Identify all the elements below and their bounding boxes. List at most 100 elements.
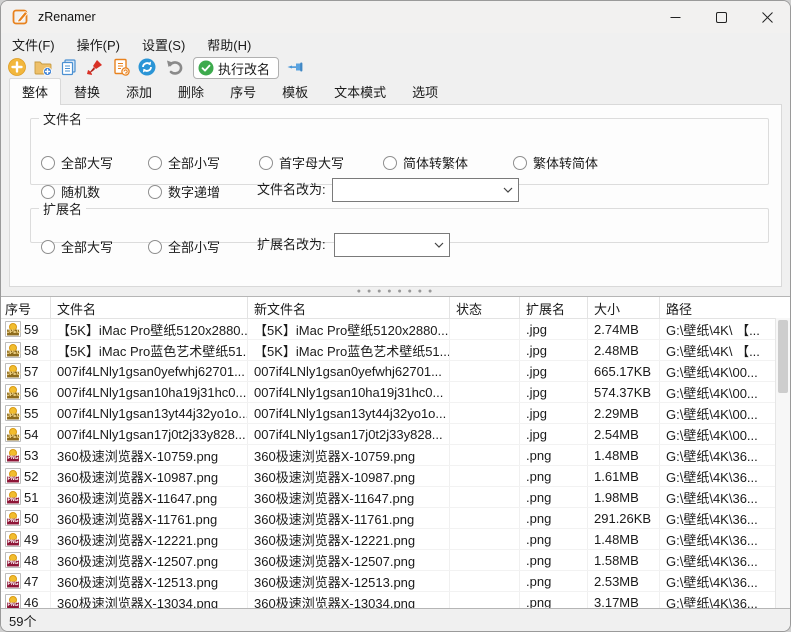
table-row[interactable]: PNG 47 360极速浏览器X-12513.png 360极速浏览器X-12513.… <box>1 571 775 592</box>
jpeg-file-icon: JPEG <box>5 342 21 358</box>
scrollbar-thumb[interactable] <box>778 320 788 393</box>
file-type-badge: JPEG <box>7 371 21 378</box>
execute-rename-button[interactable]: 执行改名 <box>193 57 280 79</box>
row-number: 52 <box>24 468 39 484</box>
clear-list-button[interactable] <box>83 56 107 80</box>
undo-button[interactable] <box>161 56 185 80</box>
cell-size: 2.53MB <box>588 571 660 591</box>
refresh-button[interactable] <box>135 56 159 80</box>
table-row[interactable]: PNG 50 360极速浏览器X-11761.png 360极速浏览器X-11761.… <box>1 508 775 529</box>
cell-extension: .jpg <box>520 403 588 423</box>
png-file-icon: PNG <box>5 489 21 505</box>
tab-6[interactable]: 文本模式 <box>321 78 399 105</box>
tab-7[interactable]: 选项 <box>399 78 451 105</box>
tab-0[interactable]: 整体 <box>9 78 62 105</box>
table-row[interactable]: JPEG 57 007if4LNly1gsan0yefwhj62701... 007i… <box>1 361 775 382</box>
app-logo-icon <box>12 8 30 26</box>
cell-filename: 360极速浏览器X-10987.png <box>51 466 248 486</box>
cell-seq: PNG 50 <box>1 508 51 528</box>
pin-button[interactable] <box>283 56 307 80</box>
cell-seq: PNG 49 <box>1 529 51 549</box>
table-row[interactable]: JPEG 58 【5K】iMac Pro蓝色艺术壁纸51... 【5K】iMac Pr… <box>1 340 775 361</box>
add-files-icon <box>7 57 27 80</box>
cell-path: G:\壁纸\4K\36... <box>666 595 758 609</box>
table-row[interactable]: JPEG 59 【5K】iMac Pro壁纸5120x2880... 【5K】iMac… <box>1 319 775 340</box>
cell-path: G:\壁纸\4K\36... <box>666 469 758 485</box>
tab-1[interactable]: 替换 <box>61 78 113 105</box>
cell-seq: PNG 46 <box>1 592 51 608</box>
add-folder-button[interactable] <box>31 56 55 80</box>
tab-5[interactable]: 模板 <box>269 78 321 105</box>
filename-radio-r1-1[interactable]: 全部小写 <box>148 153 220 172</box>
close-button[interactable] <box>744 1 790 33</box>
cell-path: G:\壁纸\4K\36... <box>666 574 758 590</box>
cell-path: G:\壁纸\4K\36... <box>666 448 758 464</box>
menu-item-2[interactable]: 设置(S) <box>133 33 194 56</box>
table-row[interactable]: JPEG 55 007if4LNly1gsan13yt44j32yo1o... 007… <box>1 403 775 424</box>
cell-seq: PNG 51 <box>1 487 51 507</box>
column-header-2[interactable]: 新文件名 <box>248 297 450 318</box>
cell-seq: JPEG 59 <box>1 319 51 339</box>
rename-preview-icon <box>111 57 131 80</box>
menu-item-1[interactable]: 操作(P) <box>68 33 129 56</box>
cell-seq: JPEG 58 <box>1 340 51 360</box>
radio-circle-icon <box>41 239 55 254</box>
cell-size: 2.74MB <box>588 319 660 339</box>
table-row[interactable]: PNG 48 360极速浏览器X-12507.png 360极速浏览器X-12507.… <box>1 550 775 571</box>
column-header-1[interactable]: 文件名 <box>51 297 248 318</box>
filename-radio-r1-2[interactable]: 首字母大写 <box>259 153 344 172</box>
vertical-scrollbar[interactable] <box>775 318 790 608</box>
cell-size: 2.48MB <box>588 340 660 360</box>
add-folder-icon <box>33 57 53 80</box>
cell-filename: 360极速浏览器X-12507.png <box>51 550 248 570</box>
menu-item-3[interactable]: 帮助(H) <box>198 33 260 56</box>
column-header-4[interactable]: 扩展名 <box>520 297 588 318</box>
chevron-down-icon <box>498 187 518 193</box>
filename-radio-r1-3[interactable]: 简体转繁体 <box>383 153 468 172</box>
cell-extension: .png <box>520 445 588 465</box>
column-header-3[interactable]: 状态 <box>450 297 520 318</box>
extension-radio-1[interactable]: 全部小写 <box>148 237 220 256</box>
add-files-button[interactable] <box>5 56 29 80</box>
tab-3[interactable]: 删除 <box>165 78 217 105</box>
minimize-button[interactable] <box>652 1 698 33</box>
extension-rename-combobox[interactable] <box>334 233 450 257</box>
cell-path: G:\壁纸\4K\36... <box>666 490 758 506</box>
row-number: 54 <box>24 426 39 442</box>
filename-radio-r1-4[interactable]: 繁体转简体 <box>513 153 598 172</box>
cell-size: 665.17KB <box>588 361 660 381</box>
tab-4[interactable]: 序号 <box>217 78 269 105</box>
cell-new-filename: 007if4LNly1gsan10ha19j31hc0... <box>248 382 450 402</box>
maximize-button[interactable] <box>698 1 744 33</box>
cell-new-filename: 360极速浏览器X-12507.png <box>248 550 450 570</box>
menu-item-0[interactable]: 文件(F) <box>3 33 64 56</box>
column-header-0[interactable]: 序号 <box>1 297 51 318</box>
table-row[interactable]: PNG 51 360极速浏览器X-11647.png 360极速浏览器X-11647.… <box>1 487 775 508</box>
radio-circle-icon <box>259 155 273 170</box>
table-row[interactable]: JPEG 56 007if4LNly1gsan10ha19j31hc0... 007i… <box>1 382 775 403</box>
table-row[interactable]: PNG 52 360极速浏览器X-10987.png 360极速浏览器X-10987.… <box>1 466 775 487</box>
extension-radio-0[interactable]: 全部大写 <box>41 237 113 256</box>
cell-extension: .png <box>520 508 588 528</box>
row-number: 56 <box>24 384 39 400</box>
filename-radio-r1-0[interactable]: 全部大写 <box>41 153 113 172</box>
ext-rename-to-label: 扩展名改为: <box>257 237 326 252</box>
rename-preview-button[interactable] <box>109 56 133 80</box>
cell-size: 2.54MB <box>588 424 660 444</box>
cell-seq: JPEG 57 <box>1 361 51 381</box>
column-header-6[interactable]: 路径 <box>660 297 775 318</box>
table-row[interactable]: PNG 46 360极速浏览器X-13034.png 360极速浏览器X-13034.… <box>1 592 775 608</box>
table-row[interactable]: PNG 53 360极速浏览器X-10759.png 360极速浏览器X-10759.… <box>1 445 775 466</box>
cell-seq: PNG 47 <box>1 571 51 591</box>
app-window: zRenamer 文件(F) 操作(P) 设置(S) 帮助(H) 执行改名 整体… <box>0 0 791 632</box>
statusbar: 59个 <box>1 609 790 631</box>
column-header-5[interactable]: 大小 <box>588 297 660 318</box>
tab-2[interactable]: 添加 <box>113 78 165 105</box>
cell-path: G:\壁纸\4K\00... <box>666 385 758 401</box>
table-row[interactable]: PNG 49 360极速浏览器X-12221.png 360极速浏览器X-12221.… <box>1 529 775 550</box>
splitter-handle[interactable]: ● ● ● ● ● ● ● ● <box>1 287 790 296</box>
table-row[interactable]: JPEG 54 007if4LNly1gsan17j0t2j33y828... 007… <box>1 424 775 445</box>
file-type-badge: PNG <box>7 476 19 483</box>
tabstrip: 整体 替换 添加 删除 序号 模板 文本模式 选项 <box>1 78 790 105</box>
copy-list-button[interactable] <box>57 56 81 80</box>
